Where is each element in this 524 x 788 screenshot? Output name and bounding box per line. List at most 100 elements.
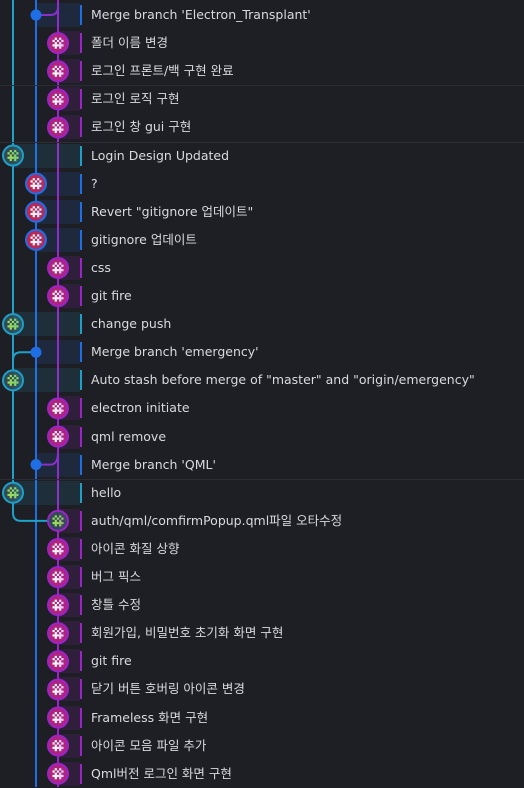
row-separator [0,141,524,143]
commit-message: css [91,259,111,275]
commit-message: ? [91,175,98,191]
commit-row[interactable]: Revert "gitignore 업데이트" [0,198,524,226]
commit-message: qml remove [91,428,167,444]
commit-message: 로그인 창 gui 구현 [91,119,192,135]
row-lane-highlight [13,368,80,393]
commit-row[interactable]: Merge branch 'QML' [0,451,524,479]
row-lane-highlight [58,649,80,674]
commit-message: Auto stash before merge of "master" and … [91,372,475,388]
branch-color-bar [80,201,82,222]
row-lane-highlight [58,761,80,786]
commit-row[interactable]: 아이콘 화질 상향 [0,535,524,563]
branch-color-bar [80,229,82,250]
commit-row[interactable]: gitignore 업데이트 [0,226,524,254]
branch-color-bar [80,595,82,616]
branch-color-bar [80,651,82,672]
commit-message: hello [91,484,122,500]
commit-message: Merge branch 'QML' [91,456,216,472]
commit-row[interactable]: 아이콘 모음 파일 추가 [0,732,524,760]
row-lane-highlight [36,199,80,224]
commit-row[interactable]: auth/qml/comfirmPopup.qml파일 오타수정 [0,507,524,535]
commit-row[interactable]: git fire [0,282,524,310]
branch-color-bar [80,623,82,644]
row-lane-highlight [58,621,80,646]
branch-color-bar [80,426,82,447]
commit-message: 아이콘 화질 상향 [91,540,180,556]
commit-row[interactable]: qml remove [0,423,524,451]
branch-color-bar [80,173,82,194]
commit-row[interactable]: 닫기 버튼 호버링 아이콘 변경 [0,675,524,703]
commit-row[interactable]: 버그 픽스 [0,563,524,591]
commit-row[interactable]: 로그인 로직 구현 [0,85,524,113]
row-lane-highlight [36,340,80,365]
row-lane-highlight [58,593,80,618]
branch-color-bar [80,454,82,475]
commit-row[interactable]: 폴더 이름 변경 [0,29,524,57]
branch-color-bar [80,398,82,419]
branch-color-bar [80,679,82,700]
row-lane-highlight [58,536,80,561]
commit-message: 창틀 수정 [91,597,141,613]
commit-message: 닫기 버튼 호버링 아이콘 변경 [91,681,245,697]
commit-row[interactable]: Auto stash before merge of "master" and … [0,366,524,394]
row-lane-highlight [36,171,80,196]
row-separator [0,478,524,480]
commit-row[interactable]: 창틀 수정 [0,591,524,619]
commit-message: Login Design Updated [91,147,230,163]
commit-message: Merge branch 'Electron_Transplant' [91,7,311,22]
branch-color-bar [80,145,82,166]
row-lane-highlight [13,143,80,168]
row-lane-highlight [58,59,80,84]
row-lane-highlight [13,312,80,337]
commit-message: Qml버전 로그인 화면 구현 [91,765,232,781]
row-separator [0,85,524,87]
commit-message: git fire [91,288,132,303]
commit-row[interactable]: ? [0,170,524,198]
row-lane-highlight [58,424,80,449]
row-lane-highlight [36,227,80,252]
branch-color-bar [80,370,82,391]
commit-message: gitignore 업데이트 [91,231,197,247]
commit-row[interactable]: 회원가입, 비밀번호 초기화 화면 구현 [0,619,524,647]
branch-color-bar [80,257,82,278]
commit-row[interactable]: hello [0,479,524,507]
row-lane-highlight [58,705,80,730]
commit-message: change push [91,316,172,332]
branch-color-bar [80,567,82,587]
branch-color-bar [80,510,82,531]
branch-color-bar [80,33,82,54]
commit-message: electron initiate [91,400,190,416]
row-lane-highlight [36,3,80,27]
commit-row[interactable]: Frameless 화면 구현 [0,704,524,732]
row-lane-highlight [58,565,80,589]
branch-color-bar [80,735,82,756]
commit-row[interactable]: change push [0,310,524,338]
branch-color-bar [80,89,82,110]
branch-color-bar [80,314,82,335]
commit-message: auth/qml/comfirmPopup.qml파일 오타수정 [91,512,343,528]
commit-row[interactable]: Qml버전 로그인 화면 구현 [0,760,524,788]
row-lane-highlight [58,255,80,280]
commit-message: 로그인 로직 구현 [91,91,180,107]
row-lane-highlight [58,396,80,421]
commit-row[interactable]: Login Design Updated [0,142,524,170]
branch-color-bar [80,707,82,728]
branch-color-bar [80,61,82,82]
commit-message: 폴더 이름 변경 [91,35,168,51]
commit-row[interactable]: css [0,254,524,282]
row-lane-highlight [13,480,80,505]
branch-color-bar [80,117,82,138]
commit-row[interactable]: Merge branch 'emergency' [0,338,524,366]
row-lane-highlight [58,115,80,140]
branch-color-bar [80,763,82,784]
row-lane-highlight [58,733,80,758]
row-lane-highlight [58,508,80,533]
commit-row[interactable]: Merge branch 'Electron_Transplant' [0,1,524,29]
commit-message: 아이콘 모음 파일 추가 [91,737,207,753]
commit-message: Frameless 화면 구현 [91,709,209,725]
commit-row[interactable]: 로그인 프론트/백 구현 완료 [0,57,524,85]
commit-row[interactable]: 로그인 창 gui 구현 [0,113,524,141]
commit-row[interactable]: electron initiate [0,394,524,422]
branch-color-bar [80,538,82,559]
commit-row[interactable]: git fire [0,647,524,675]
